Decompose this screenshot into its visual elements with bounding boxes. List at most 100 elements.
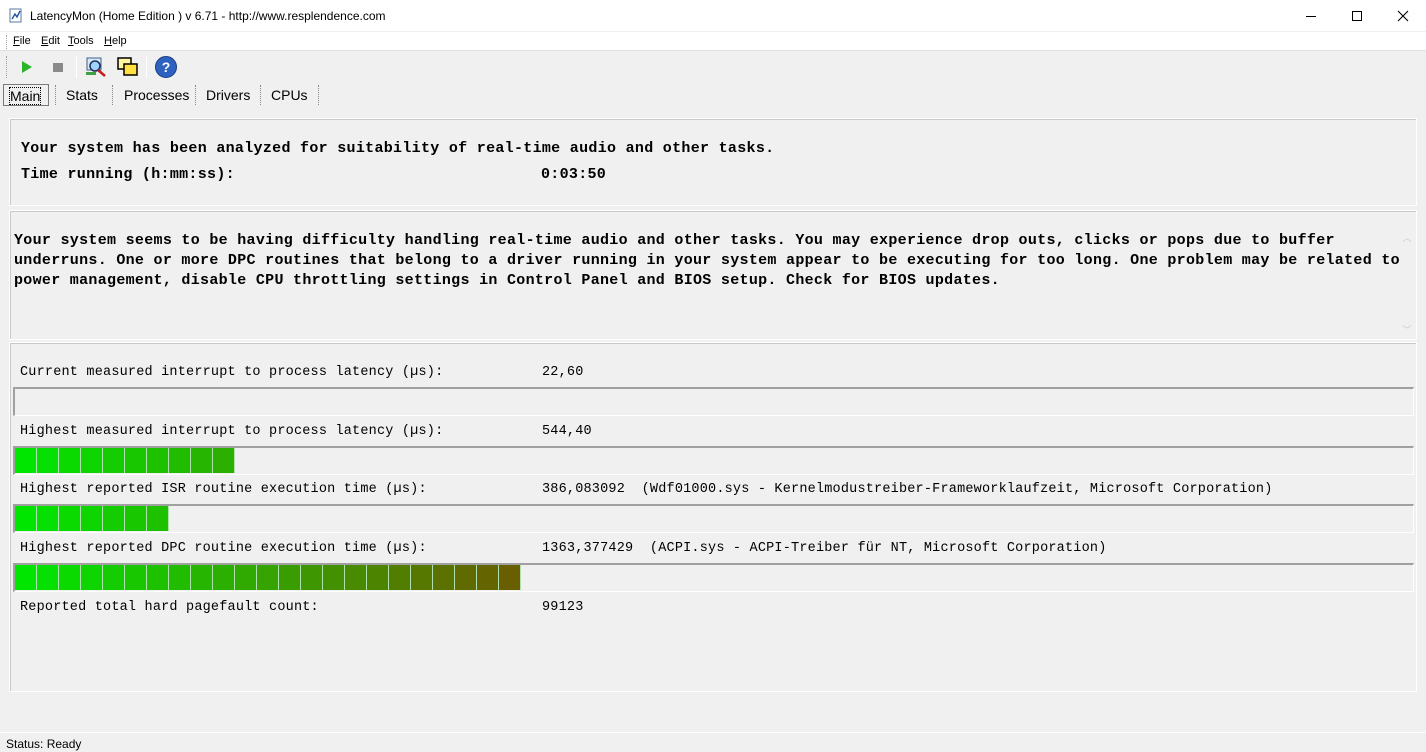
menu-grip <box>6 35 8 49</box>
window-title: LatencyMon (Home Edition ) v 6.71 - http… <box>30 9 386 23</box>
bar-segment <box>15 448 37 473</box>
bar-segment <box>125 506 147 531</box>
tab-main[interactable]: Main <box>3 84 49 106</box>
bar-segment <box>81 565 103 590</box>
help-icon: ? <box>155 56 177 78</box>
tab-stats[interactable]: Stats <box>60 84 104 106</box>
tab-separator <box>55 85 56 105</box>
menu-file[interactable]: File <box>13 35 31 47</box>
latency-bar <box>13 504 1414 533</box>
bar-segment <box>411 565 433 590</box>
menu-tools[interactable]: Tools <box>68 35 94 47</box>
tab-cpus[interactable]: CPUs <box>265 84 314 106</box>
bar-segment <box>125 448 147 473</box>
windows-button[interactable] <box>116 55 140 79</box>
bar-segment <box>191 565 213 590</box>
bar-fill <box>15 506 169 531</box>
bar-segment <box>169 565 191 590</box>
maximize-button[interactable] <box>1334 0 1380 31</box>
latency-bar <box>13 446 1414 475</box>
play-icon <box>22 61 32 73</box>
maximize-icon <box>1352 10 1362 21</box>
latency-bar <box>13 563 1414 592</box>
menu-bar: File Edit Tools Help <box>0 32 1426 51</box>
bar-segment <box>147 506 169 531</box>
verdict-text: Your system seems to be having difficult… <box>14 232 1400 289</box>
bar-segment <box>59 448 81 473</box>
help-button[interactable]: ? <box>154 55 178 79</box>
scroll-down-icon[interactable]: ﹀ <box>1402 325 1412 335</box>
bar-segment <box>323 565 345 590</box>
bar-segment <box>433 565 455 590</box>
title-bar: LatencyMon (Home Edition ) v 6.71 - http… <box>0 0 1426 32</box>
verdict-panel: Your system seems to be having difficult… <box>9 210 1417 340</box>
tab-separator <box>318 85 319 105</box>
tab-processes[interactable]: Processes <box>118 84 195 106</box>
bar-segment <box>235 565 257 590</box>
toolbar: ? <box>0 52 1426 82</box>
minimize-icon <box>1306 15 1316 17</box>
bar-segment <box>37 565 59 590</box>
bar-segment <box>191 448 213 473</box>
bar-segment <box>147 565 169 590</box>
tab-separator <box>260 85 261 105</box>
toolbar-separator <box>146 56 147 78</box>
tab-drivers[interactable]: Drivers <box>200 84 256 106</box>
metric-value: 544,40 <box>542 424 592 439</box>
bar-segment <box>81 448 103 473</box>
tab-main-label: Main <box>8 87 42 105</box>
magnify-icon <box>86 57 106 77</box>
bar-segment <box>257 565 279 590</box>
windows-icon <box>117 57 138 76</box>
bar-fill <box>15 565 521 590</box>
bar-segment <box>213 565 235 590</box>
bar-segment <box>103 506 125 531</box>
bar-segment <box>455 565 477 590</box>
bar-segment <box>477 565 499 590</box>
bar-segment <box>81 506 103 531</box>
latency-bar <box>13 387 1414 416</box>
tab-strip: Main Stats Processes Drivers CPUs <box>0 82 1426 108</box>
metric-label: Current measured interrupt to process la… <box>20 365 444 380</box>
scroll-up-icon[interactable]: ︿ <box>1402 233 1412 243</box>
metrics-panel: Current measured interrupt to process la… <box>9 342 1417 692</box>
tab-processes-label: Processes <box>124 87 190 103</box>
bar-segment <box>125 565 147 590</box>
menu-help[interactable]: Help <box>104 35 127 47</box>
metric-label: Highest reported ISR routine execution t… <box>20 482 427 497</box>
bar-segment <box>37 506 59 531</box>
status-bar: Status: Ready <box>0 732 1426 752</box>
bar-segment <box>103 448 125 473</box>
summary-panel: Your system has been analyzed for suitab… <box>9 118 1417 206</box>
time-running-value: 0:03:50 <box>541 166 607 183</box>
bar-segment <box>15 565 37 590</box>
metric-value: 386,083092 (Wdf01000.sys - Kernelmodustr… <box>542 482 1273 497</box>
close-icon <box>1397 10 1409 21</box>
metric-value: 1363,377429 (ACPI.sys - ACPI-Treiber für… <box>542 541 1107 556</box>
start-button[interactable] <box>14 55 38 79</box>
metric-label: Highest reported DPC routine execution t… <box>20 541 427 556</box>
svg-text:?: ? <box>162 59 171 75</box>
minimize-button[interactable] <box>1288 0 1334 31</box>
tab-cpus-label: CPUs <box>271 87 308 103</box>
stop-button[interactable] <box>46 55 70 79</box>
bar-segment <box>213 448 235 473</box>
bar-segment <box>169 448 191 473</box>
bar-segment <box>59 506 81 531</box>
bar-segment <box>279 565 301 590</box>
app-icon <box>9 8 22 23</box>
bar-segment <box>103 565 125 590</box>
bar-segment <box>37 448 59 473</box>
search-button[interactable] <box>84 55 108 79</box>
bar-fill <box>15 448 235 473</box>
close-button[interactable] <box>1380 0 1426 31</box>
metric-label: Highest measured interrupt to process la… <box>20 424 444 439</box>
time-running-label: Time running (h:mm:ss): <box>21 166 235 183</box>
bar-segment <box>301 565 323 590</box>
stop-icon <box>53 63 63 72</box>
bar-segment <box>147 448 169 473</box>
metric-label: Reported total hard pagefault count: <box>20 600 319 615</box>
tab-separator <box>112 85 113 105</box>
menu-edit[interactable]: Edit <box>41 35 60 47</box>
tab-drivers-label: Drivers <box>206 87 251 103</box>
